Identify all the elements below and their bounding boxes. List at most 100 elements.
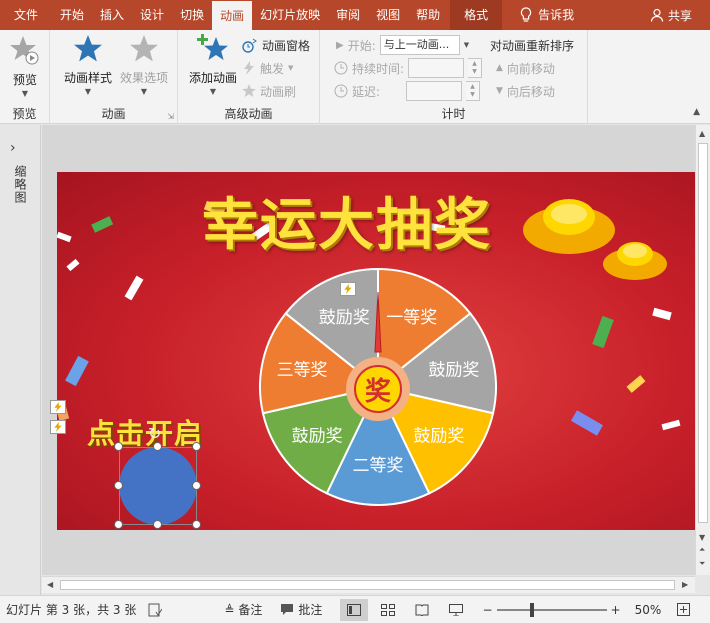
vertical-scrollbar[interactable]: ▲ ▼ ⏶ ⏷ bbox=[695, 125, 710, 575]
lightning-icon bbox=[54, 402, 62, 412]
status-bar: 幻灯片 第 3 张，共 3 张 ≜ 备注 批注 − + 50% bbox=[0, 595, 710, 623]
chevron-down-icon[interactable]: ▼ bbox=[464, 41, 469, 49]
group-preview: 预览 ▼ 预览 bbox=[0, 30, 50, 124]
chevron-down-icon: ▼ bbox=[140, 87, 148, 96]
animation-painter-button[interactable]: 动画刷 bbox=[242, 80, 296, 102]
add-animation-button[interactable]: 添加动画 ▼ bbox=[184, 34, 242, 96]
chevron-down-icon: ▼ bbox=[288, 64, 294, 72]
animation-styles-button[interactable]: 动画样式 ▼ bbox=[60, 34, 116, 96]
delay-spinner[interactable]: ▲ ▼ bbox=[466, 81, 481, 101]
delay-row: 延迟: ▲ ▼ bbox=[334, 80, 481, 102]
animation-trigger-marker[interactable] bbox=[340, 282, 356, 296]
reorder-title-label: 对动画重新排序 bbox=[490, 38, 575, 53]
triangle-up-icon: ▲ bbox=[496, 63, 503, 73]
preview-button[interactable]: 预览 ▼ bbox=[6, 34, 44, 98]
zoom-level[interactable]: 50% bbox=[635, 603, 662, 617]
rotate-handle-icon[interactable]: ↻ bbox=[148, 424, 161, 443]
tab-file[interactable]: 文件 bbox=[0, 0, 52, 30]
resize-handle[interactable] bbox=[192, 520, 201, 529]
horizontal-scroll-thumb[interactable] bbox=[60, 580, 675, 590]
person-icon bbox=[650, 8, 664, 22]
tab-transitions[interactable]: 切换 bbox=[172, 0, 212, 30]
spellcheck-icon[interactable] bbox=[148, 603, 163, 617]
wheel-segment-label: 鼓励奖 bbox=[428, 361, 479, 381]
brush-star-icon bbox=[242, 84, 256, 97]
move-earlier-button[interactable]: ▲ 向前移动 bbox=[496, 57, 555, 79]
click-start-text[interactable]: 点击开启 bbox=[87, 412, 203, 452]
gold-ingot-icon bbox=[523, 199, 667, 280]
duration-input[interactable] bbox=[408, 58, 465, 78]
move-later-button[interactable]: ▼ 向后移动 bbox=[496, 80, 555, 102]
scroll-right-icon[interactable]: ▶ bbox=[682, 580, 688, 589]
scroll-down-icon[interactable]: ▼ bbox=[699, 533, 705, 542]
book-icon bbox=[415, 604, 429, 616]
tab-animations[interactable]: 动画 bbox=[212, 1, 253, 31]
resize-handle[interactable] bbox=[192, 442, 201, 451]
tell-me-box[interactable]: 告诉我 bbox=[512, 0, 582, 30]
thumbnail-panel-label[interactable]: 缩略图 bbox=[12, 165, 29, 204]
share-button[interactable]: 共享 bbox=[650, 7, 710, 24]
selection-box bbox=[119, 447, 197, 525]
wheel-center-button[interactable]: 奖 bbox=[346, 357, 410, 421]
trigger-button[interactable]: 触发 ▼ bbox=[242, 57, 293, 79]
move-earlier-label: 向前移动 bbox=[506, 61, 555, 76]
expand-thumbnails-icon[interactable]: › bbox=[10, 140, 16, 156]
resize-handle[interactable] bbox=[114, 481, 123, 490]
slide-sorter-button[interactable] bbox=[374, 599, 402, 621]
zoom-slider[interactable] bbox=[496, 602, 607, 617]
reading-view-button[interactable] bbox=[408, 599, 436, 621]
tab-insert[interactable]: 插入 bbox=[92, 0, 132, 30]
start-label: 开始: bbox=[347, 38, 376, 53]
animation-trigger-marker[interactable] bbox=[50, 420, 66, 434]
resize-handle[interactable] bbox=[114, 520, 123, 529]
animation-trigger-marker[interactable] bbox=[50, 400, 66, 414]
scroll-up-icon[interactable]: ▲ bbox=[699, 129, 705, 138]
slide-counter: 幻灯片 第 3 张，共 3 张 bbox=[6, 603, 137, 617]
zoom-out-button[interactable]: − bbox=[482, 603, 492, 617]
zoom-slider-knob[interactable] bbox=[529, 602, 534, 617]
dialog-launcher-icon[interactable]: ⇲ bbox=[167, 112, 174, 121]
tab-review[interactable]: 审阅 bbox=[328, 0, 368, 30]
slide-title[interactable]: 幸运大抽奖 bbox=[167, 180, 527, 261]
slide-canvas[interactable]: 幸运大抽奖 一等奖 鼓励奖 鼓励奖 二等奖 鼓励奖 三等奖 鼓励奖 奖 点击开启 ↻ bbox=[57, 172, 695, 530]
wheel-segment-label: 鼓励奖 bbox=[413, 427, 464, 447]
reorder-title: 对动画重新排序 bbox=[490, 34, 574, 56]
resize-handle[interactable] bbox=[192, 481, 201, 490]
slideshow-button[interactable] bbox=[442, 599, 470, 621]
fit-to-window-icon[interactable] bbox=[677, 603, 691, 616]
comments-button[interactable]: 批注 bbox=[280, 601, 322, 618]
group-preview-label: 预览 bbox=[12, 107, 37, 121]
ribbon-tab-bar: 文件 开始 插入 设计 切换 动画 幻灯片放映 审阅 视图 帮助 格式 告诉我 … bbox=[0, 0, 710, 31]
tab-view[interactable]: 视图 bbox=[368, 0, 408, 30]
tab-home[interactable]: 开始 bbox=[52, 0, 92, 30]
collapse-ribbon-icon[interactable]: ▲ bbox=[693, 107, 700, 117]
start-select[interactable]: 与上一动画... bbox=[379, 35, 460, 55]
animation-pane-label: 动画窗格 bbox=[262, 38, 311, 53]
group-animation-label: 动画 bbox=[101, 107, 126, 121]
next-slide-icon[interactable]: ⏷ bbox=[699, 559, 705, 569]
tell-me-label: 告诉我 bbox=[538, 8, 575, 22]
notes-button[interactable]: ≜ 备注 bbox=[224, 601, 262, 618]
grid-icon bbox=[381, 603, 396, 616]
duration-spinner[interactable]: ▲ ▼ bbox=[468, 58, 483, 78]
delay-input[interactable] bbox=[406, 81, 463, 101]
tab-design[interactable]: 设计 bbox=[132, 0, 172, 30]
normal-view-button[interactable] bbox=[340, 598, 369, 621]
share-label: 共享 bbox=[667, 8, 692, 23]
resize-handle[interactable] bbox=[153, 442, 162, 451]
resize-handle[interactable] bbox=[114, 442, 123, 451]
tab-help[interactable]: 帮助 bbox=[408, 0, 448, 30]
effect-options-button[interactable]: 效果选项 ▼ bbox=[116, 34, 172, 96]
animation-pane-button[interactable]: 动画窗格 bbox=[242, 34, 310, 56]
previous-slide-icon[interactable]: ⏶ bbox=[699, 545, 705, 555]
add-star-icon bbox=[197, 34, 228, 60]
delay-label: 延迟: bbox=[352, 84, 381, 99]
scroll-left-icon[interactable]: ◀ bbox=[47, 580, 53, 589]
resize-handle[interactable] bbox=[153, 520, 162, 529]
tab-format[interactable]: 格式 bbox=[450, 0, 503, 30]
zoom-in-button[interactable]: + bbox=[611, 603, 621, 617]
wheel-segment-label: 二等奖 bbox=[353, 456, 404, 476]
tab-slideshow[interactable]: 幻灯片放映 bbox=[252, 0, 328, 30]
vertical-scroll-thumb[interactable] bbox=[698, 143, 708, 523]
horizontal-scrollbar[interactable]: ◀ ▶ bbox=[42, 576, 695, 593]
